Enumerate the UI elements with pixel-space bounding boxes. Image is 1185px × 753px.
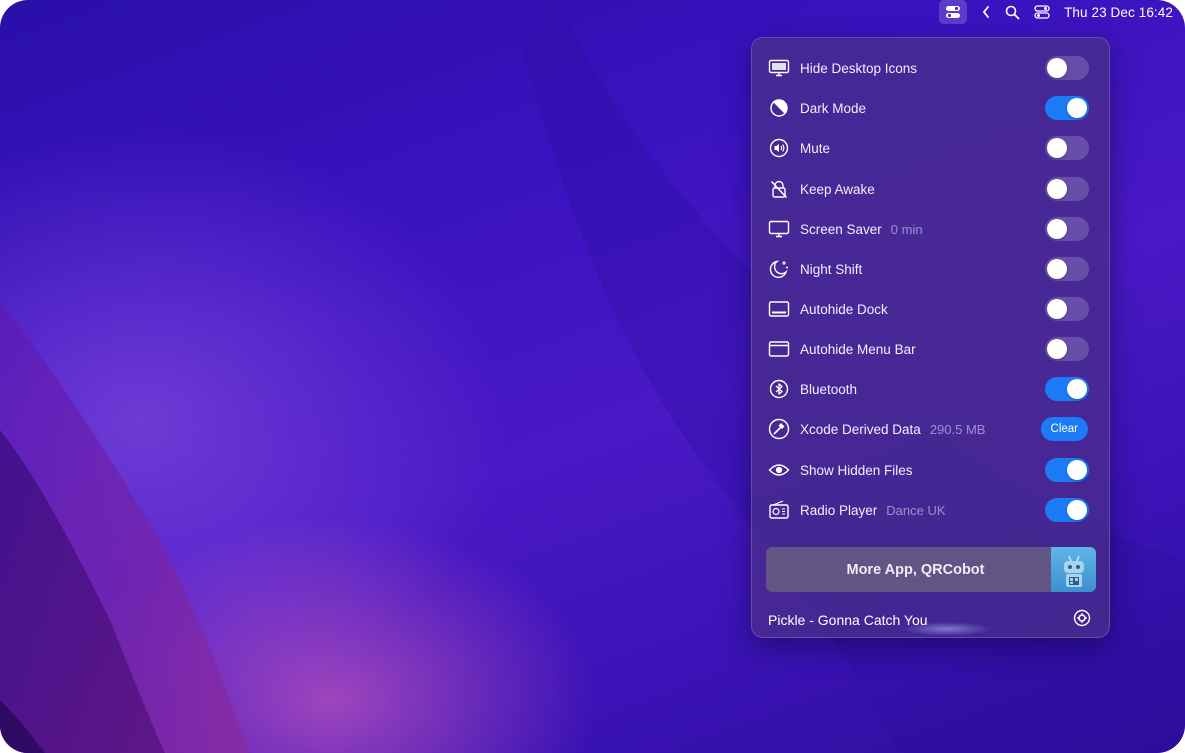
autohide-menu-bar-toggle[interactable]: [1045, 337, 1089, 361]
row-show-hidden-files[interactable]: Show Hidden Files: [768, 456, 1089, 484]
app-toggle-icon[interactable]: [939, 0, 968, 24]
chevron-left-icon[interactable]: [981, 0, 991, 24]
screen-saver-toggle[interactable]: [1045, 217, 1089, 241]
row-label: Autohide Dock: [800, 301, 888, 317]
monitor-icon: [768, 57, 790, 79]
row-detail: Dance UK: [886, 502, 946, 518]
row-label: Mute: [800, 140, 831, 156]
autohide-dock-toggle[interactable]: [1045, 297, 1089, 321]
display-icon: [768, 218, 790, 240]
row-label: Bluetooth: [800, 381, 858, 397]
eye-icon: [768, 459, 790, 481]
row-night-shift[interactable]: Night Shift: [768, 255, 1089, 283]
gear-icon[interactable]: [1073, 609, 1091, 632]
row-radio-player[interactable]: Radio Player Dance UK: [768, 496, 1089, 524]
row-detail: 0 min: [890, 221, 923, 237]
row-label: Screen Saver: [800, 221, 882, 237]
hide-desktop-icons-toggle[interactable]: [1045, 56, 1089, 80]
robot-icon: [1051, 547, 1096, 592]
control-center-icon[interactable]: [1034, 0, 1050, 24]
banner-text: More App, QRCobot: [846, 561, 985, 578]
row-autohide-menu-bar[interactable]: Autohide Menu Bar: [768, 335, 1089, 363]
row-xcode-derived-data[interactable]: Xcode Derived Data 290.5 MB Clear: [768, 415, 1089, 443]
menu-bar: Thu 23 Dec 16:42: [0, 0, 1185, 24]
toggle-panel: Hide Desktop Icons Dark Mode Mute Keep A…: [751, 37, 1110, 638]
lock-slash-icon: [768, 178, 790, 200]
row-autohide-dock[interactable]: Autohide Dock: [768, 295, 1089, 323]
now-playing-title: Pickle - Gonna Catch You: [768, 612, 928, 628]
speaker-icon: [768, 137, 790, 159]
menu-bar-clock[interactable]: Thu 23 Dec 16:42: [1064, 0, 1173, 24]
radio-player-toggle[interactable]: [1045, 498, 1089, 522]
moon-stars-icon: [768, 258, 790, 280]
row-screen-saver[interactable]: Screen Saver 0 min: [768, 215, 1089, 243]
clear-derived-data-button[interactable]: Clear: [1040, 417, 1088, 441]
search-icon[interactable]: [1005, 0, 1020, 24]
hammer-icon: [768, 418, 790, 440]
dark-mode-toggle[interactable]: [1045, 96, 1089, 120]
row-label: Dark Mode: [800, 100, 867, 116]
row-label: Autohide Menu Bar: [800, 341, 916, 357]
row-label: Keep Awake: [800, 181, 875, 197]
row-label: Xcode Derived Data: [800, 421, 921, 437]
desktop-wallpaper: Thu 23 Dec 16:42 Hide Desktop Icons Dark…: [0, 0, 1185, 753]
menu-bar-icon: [768, 338, 790, 360]
row-mute[interactable]: Mute: [768, 134, 1089, 162]
show-hidden-files-toggle[interactable]: [1045, 458, 1089, 482]
keep-awake-toggle[interactable]: [1045, 177, 1089, 201]
dock-icon: [768, 298, 790, 320]
more-apps-banner[interactable]: More App, QRCobot: [766, 547, 1096, 592]
now-playing-bar: Pickle - Gonna Catch You: [768, 608, 1091, 632]
row-label: Hide Desktop Icons: [800, 60, 918, 76]
bluetooth-icon: [768, 378, 790, 400]
bluetooth-toggle[interactable]: [1045, 377, 1089, 401]
row-bluetooth[interactable]: Bluetooth: [768, 375, 1089, 403]
row-keep-awake[interactable]: Keep Awake: [768, 175, 1089, 203]
night-shift-toggle[interactable]: [1045, 257, 1089, 281]
radio-icon: [768, 499, 790, 521]
row-label: Night Shift: [800, 261, 863, 277]
row-dark-mode[interactable]: Dark Mode: [768, 94, 1089, 122]
mute-toggle[interactable]: [1045, 136, 1089, 160]
row-label: Show Hidden Files: [800, 462, 913, 478]
row-label: Radio Player: [800, 502, 878, 518]
row-hide-desktop-icons[interactable]: Hide Desktop Icons: [768, 54, 1089, 82]
row-detail: 290.5 MB: [929, 421, 986, 437]
dark-mode-icon: [768, 97, 790, 119]
